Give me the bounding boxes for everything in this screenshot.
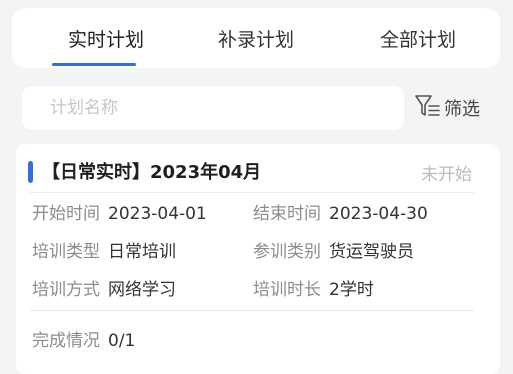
plan-title: 【日常实时】2023年04月 bbox=[42, 162, 262, 183]
tab-label: 全部计划 bbox=[379, 28, 456, 51]
field-value: 网络学习 bbox=[108, 280, 176, 300]
filter-label: 筛选 bbox=[444, 99, 480, 120]
title-accent-bar bbox=[28, 161, 33, 183]
training-duration-field: 培训时长 2学时 bbox=[253, 275, 374, 300]
tab-all-plans[interactable]: 全部计划 bbox=[348, 8, 488, 68]
tab-bar: 实时计划 补录计划 全部计划 bbox=[12, 8, 500, 68]
start-time-field: 开始时间 2023-04-01 bbox=[32, 199, 207, 224]
training-type-field: 培训类型 日常培训 bbox=[32, 237, 176, 262]
field-label: 完成情况 bbox=[32, 331, 100, 351]
tab-realtime-plans[interactable]: 实时计划 bbox=[36, 8, 176, 68]
status-badge: 未开始 bbox=[421, 165, 472, 185]
field-value: 0/1 bbox=[108, 331, 136, 351]
field-label: 结束时间 bbox=[253, 204, 321, 224]
plan-name-search-input[interactable] bbox=[48, 97, 392, 119]
tab-label: 补录计划 bbox=[217, 28, 294, 51]
filter-icon bbox=[414, 93, 442, 123]
search-box bbox=[22, 86, 404, 130]
divider bbox=[30, 192, 474, 193]
field-value: 日常培训 bbox=[108, 242, 176, 262]
training-method-field: 培训方式 网络学习 bbox=[32, 275, 176, 300]
field-label: 培训时长 bbox=[253, 280, 321, 300]
completion-field: 完成情况 0/1 bbox=[32, 326, 135, 351]
field-label: 开始时间 bbox=[32, 204, 100, 224]
field-label: 培训类型 bbox=[32, 242, 100, 262]
field-value: 2023-04-30 bbox=[329, 204, 428, 224]
field-value: 货运驾驶员 bbox=[329, 242, 414, 262]
participant-type-field: 参训类别 货运驾驶员 bbox=[253, 237, 414, 262]
active-tab-indicator bbox=[52, 63, 136, 66]
end-time-field: 结束时间 2023-04-30 bbox=[253, 199, 428, 224]
field-value: 2学时 bbox=[329, 280, 374, 300]
field-label: 参训类别 bbox=[253, 242, 321, 262]
tab-label: 实时计划 bbox=[67, 28, 144, 51]
filter-button[interactable]: 筛选 bbox=[414, 92, 480, 124]
plan-card[interactable]: 【日常实时】2023年04月 未开始 开始时间 2023-04-01 结束时间 20… bbox=[16, 144, 500, 374]
tab-supplementary-plans[interactable]: 补录计划 bbox=[186, 8, 326, 68]
divider bbox=[30, 310, 474, 311]
field-label: 培训方式 bbox=[32, 280, 100, 300]
field-value: 2023-04-01 bbox=[108, 204, 207, 224]
